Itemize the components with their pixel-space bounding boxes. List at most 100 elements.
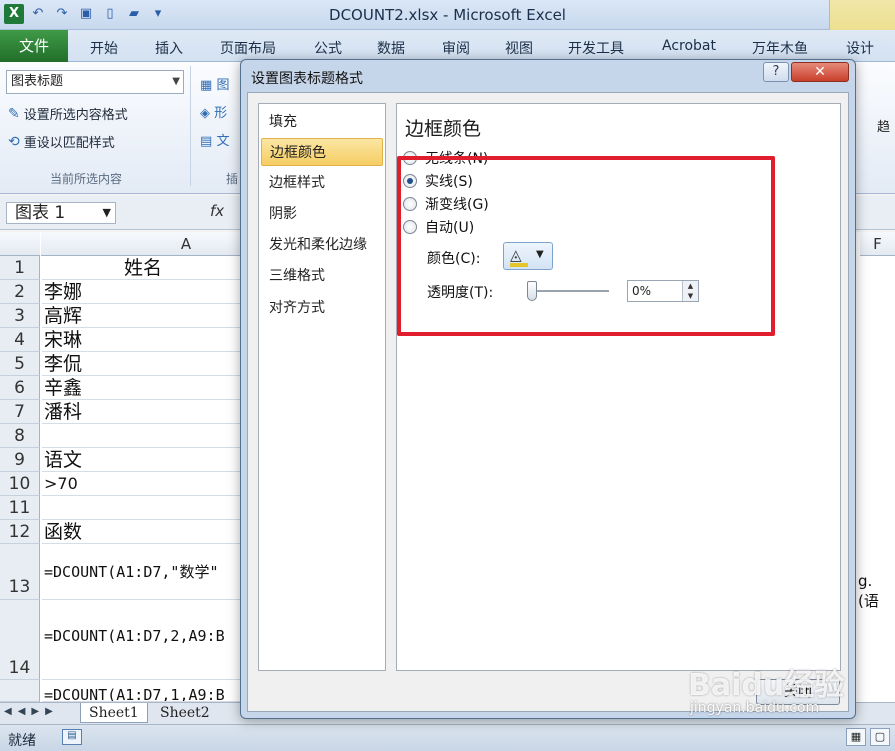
status-bar: 就绪 ▤ ▦ ▢: [0, 724, 895, 751]
reset-style-button[interactable]: ⟲ 重设以匹配样式: [8, 132, 115, 152]
category-border-style[interactable]: 边框样式: [261, 169, 383, 197]
section-title: 边框颜色: [405, 118, 482, 140]
chart-element-value: 图表标题: [11, 74, 64, 89]
tab-file[interactable]: 文件: [0, 30, 68, 62]
trendline-partial-label[interactable]: 趋: [877, 116, 890, 135]
tab-page-layout[interactable]: 页面布局: [220, 38, 276, 58]
annotation-highlight-box: [397, 156, 775, 336]
dialog-title: 设置图表标题格式: [251, 71, 363, 87]
tab-data[interactable]: 数据: [377, 38, 405, 58]
row-header[interactable]: 10: [0, 472, 40, 496]
watermark-url: jingyan.baidu.com: [690, 700, 820, 716]
cell-a12[interactable]: 函数: [42, 520, 242, 544]
row-header[interactable]: 1: [0, 256, 40, 280]
format-selection-label: 设置所选内容格式: [23, 108, 128, 123]
row-header[interactable]: 13: [0, 544, 40, 600]
chevron-down-icon: ▼: [172, 76, 180, 87]
category-fill[interactable]: 填充: [261, 108, 383, 136]
cell-a13[interactable]: =DCOUNT(A1:D7,"数学": [42, 544, 242, 600]
row-header[interactable]: 11: [0, 496, 40, 520]
insert-textbox-button[interactable]: ▤ 文: [200, 130, 229, 149]
row-header[interactable]: 7: [0, 400, 40, 424]
border-color-pane: 边框颜色 无线条(N) 实线(S) 渐变线(G) 自动(U) 颜色(C): ◬: [396, 103, 841, 671]
category-alignment[interactable]: 对齐方式: [261, 294, 383, 322]
category-border-color[interactable]: 边框颜色: [261, 138, 383, 166]
row-header[interactable]: 9: [0, 448, 40, 472]
chart-element-select[interactable]: 图表标题 ▼: [6, 70, 184, 94]
cell-a15[interactable]: =DCOUNT(A1:D7,1,A9:B: [42, 680, 242, 702]
cell-a14[interactable]: =DCOUNT(A1:D7,2,A9:B: [42, 600, 242, 680]
picture-icon: ▦: [200, 78, 213, 93]
format-selection-button[interactable]: ✎ 设置所选内容格式: [8, 104, 128, 124]
textbox-icon: ▤: [200, 134, 213, 149]
category-3d-format[interactable]: 三维格式: [261, 262, 383, 290]
column-header-f[interactable]: F: [860, 232, 895, 256]
cell-a1[interactable]: 姓名: [42, 256, 242, 280]
tab-wannianmuyu[interactable]: 万年木鱼: [752, 38, 808, 58]
ribbon-separator: [190, 66, 191, 186]
cell-a11[interactable]: [42, 496, 242, 520]
cell-a7[interactable]: 潘科: [42, 400, 242, 424]
row-header[interactable]: 14: [0, 600, 40, 680]
cell-a8[interactable]: [42, 424, 242, 448]
cell-a10[interactable]: >70: [42, 472, 242, 496]
title-bar: X ↶ ↷ ▣ ▯ ▰ ▾ DCOUNT2.xlsx - Microsoft E…: [0, 0, 895, 30]
row-header[interactable]: 8: [0, 424, 40, 448]
tab-developer[interactable]: 开发工具: [568, 38, 624, 58]
select-all-corner[interactable]: [0, 232, 40, 256]
row-header[interactable]: 2: [0, 280, 40, 304]
sheet-tab-sheet2[interactable]: Sheet2: [152, 703, 218, 723]
category-list: 填充 边框颜色 边框样式 阴影 发光和柔化边缘 三维格式 对齐方式: [258, 103, 386, 671]
cell-a3[interactable]: 高辉: [42, 304, 242, 328]
cell-a6[interactable]: 辛鑫: [42, 376, 242, 400]
reset-style-icon: ⟲: [8, 133, 20, 150]
cell-a2[interactable]: 李娜: [42, 280, 242, 304]
help-button[interactable]: ?: [763, 62, 789, 82]
row-header[interactable]: [0, 680, 40, 702]
name-box[interactable]: 图表 1 ▼: [6, 202, 116, 224]
name-box-value: 图表 1: [15, 203, 66, 223]
insert-picture-label: 图: [216, 78, 230, 93]
category-glow-soft-edges[interactable]: 发光和柔化边缘: [261, 231, 383, 259]
group-label-insert: 插: [226, 172, 239, 186]
insert-picture-button[interactable]: ▦ 图: [200, 74, 229, 93]
row-header[interactable]: 6: [0, 376, 40, 400]
close-icon[interactable]: ✕: [791, 62, 849, 82]
insert-shape-button[interactable]: ◈ 形: [200, 102, 227, 121]
cell-a5[interactable]: 李侃: [42, 352, 242, 376]
format-selection-icon: ✎: [8, 105, 20, 122]
insert-shape-label: 形: [214, 106, 228, 121]
watermark-brand: Baidu经验: [688, 668, 845, 703]
macro-record-icon[interactable]: ▤: [62, 729, 82, 745]
ribbon-tabs: 文件 开始 插入 页面布局 公式 数据 审阅 视图 开发工具 Acrobat 万…: [0, 30, 895, 62]
status-ready: 就绪: [8, 733, 36, 749]
group-label-current-selection: 当前所选内容: [50, 172, 123, 186]
sheet-tab-sheet1[interactable]: Sheet1: [80, 703, 148, 723]
tab-acrobat[interactable]: Acrobat: [662, 38, 716, 54]
format-chart-title-dialog: 设置图表标题格式 ? ✕ 填充 边框颜色 边框样式 阴影 发光和柔化边缘 三维格…: [240, 59, 856, 719]
tab-home[interactable]: 开始: [90, 38, 118, 58]
dialog-body: 填充 边框颜色 边框样式 阴影 发光和柔化边缘 三维格式 对齐方式 边框颜色 无…: [247, 92, 849, 712]
cell-a4[interactable]: 宋琳: [42, 328, 242, 352]
row-header[interactable]: 4: [0, 328, 40, 352]
tab-formulas[interactable]: 公式: [314, 38, 342, 58]
row-header[interactable]: 3: [0, 304, 40, 328]
tab-insert[interactable]: 插入: [155, 38, 183, 58]
page-layout-view-icon[interactable]: ▢: [870, 728, 890, 746]
tab-design[interactable]: 设计: [846, 38, 874, 58]
cell-a9[interactable]: 语文: [42, 448, 242, 472]
shape-icon: ◈: [200, 106, 210, 121]
chevron-down-icon: ▼: [102, 206, 111, 219]
sheet-navigation-arrows[interactable]: ◀◀▶▶: [4, 706, 59, 717]
normal-view-icon[interactable]: ▦: [846, 728, 866, 746]
insert-function-icon[interactable]: fx: [210, 202, 224, 220]
category-shadow[interactable]: 阴影: [261, 200, 383, 228]
insert-textbox-label: 文: [216, 134, 230, 149]
cell-overflow-text: g. (语: [858, 572, 879, 610]
row-header[interactable]: 12: [0, 520, 40, 544]
reset-style-label: 重设以匹配样式: [23, 136, 115, 151]
tab-review[interactable]: 审阅: [442, 38, 470, 58]
window-title: DCOUNT2.xlsx - Microsoft Excel: [329, 6, 566, 24]
tab-view[interactable]: 视图: [505, 38, 533, 58]
row-header[interactable]: 5: [0, 352, 40, 376]
